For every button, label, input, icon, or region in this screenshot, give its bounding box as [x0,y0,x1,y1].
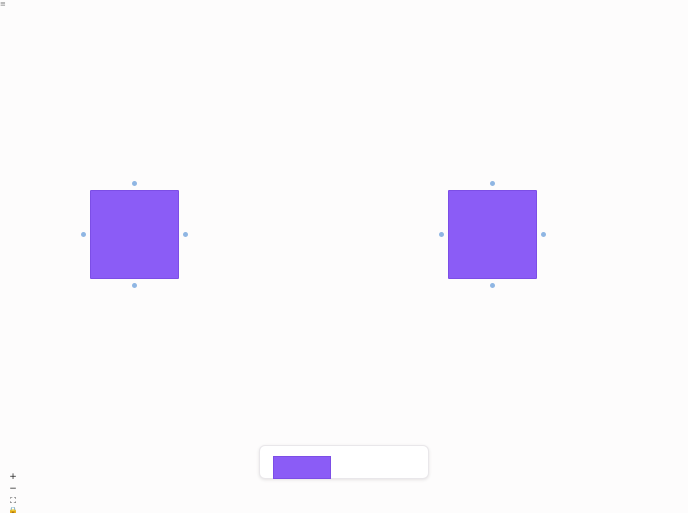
lock-icon[interactable]: 🔒 [6,507,20,513]
node-palette [259,445,429,479]
flow-node[interactable] [448,190,537,279]
node-handle-left[interactable] [81,232,86,237]
node-handle-top[interactable] [490,181,495,186]
fit-view-icon[interactable]: ⛶ [6,495,20,507]
palette-node-item[interactable] [273,456,331,479]
zoom-in-icon[interactable]: + [6,471,20,483]
node-handle-right[interactable] [183,232,188,237]
node-handle-right[interactable] [541,232,546,237]
flow-canvas[interactable]: ≡ + − ⛶ 🔒 [0,0,688,513]
node-handle-bottom[interactable] [132,283,137,288]
zoom-out-icon[interactable]: − [6,483,20,495]
zoom-controls: + − ⛶ 🔒 [6,471,20,513]
flow-node[interactable] [90,190,179,279]
node-handle-left[interactable] [439,232,444,237]
node-handle-top[interactable] [132,181,137,186]
node-handle-bottom[interactable] [490,283,495,288]
menu-icon[interactable]: ≡ [0,1,6,8]
